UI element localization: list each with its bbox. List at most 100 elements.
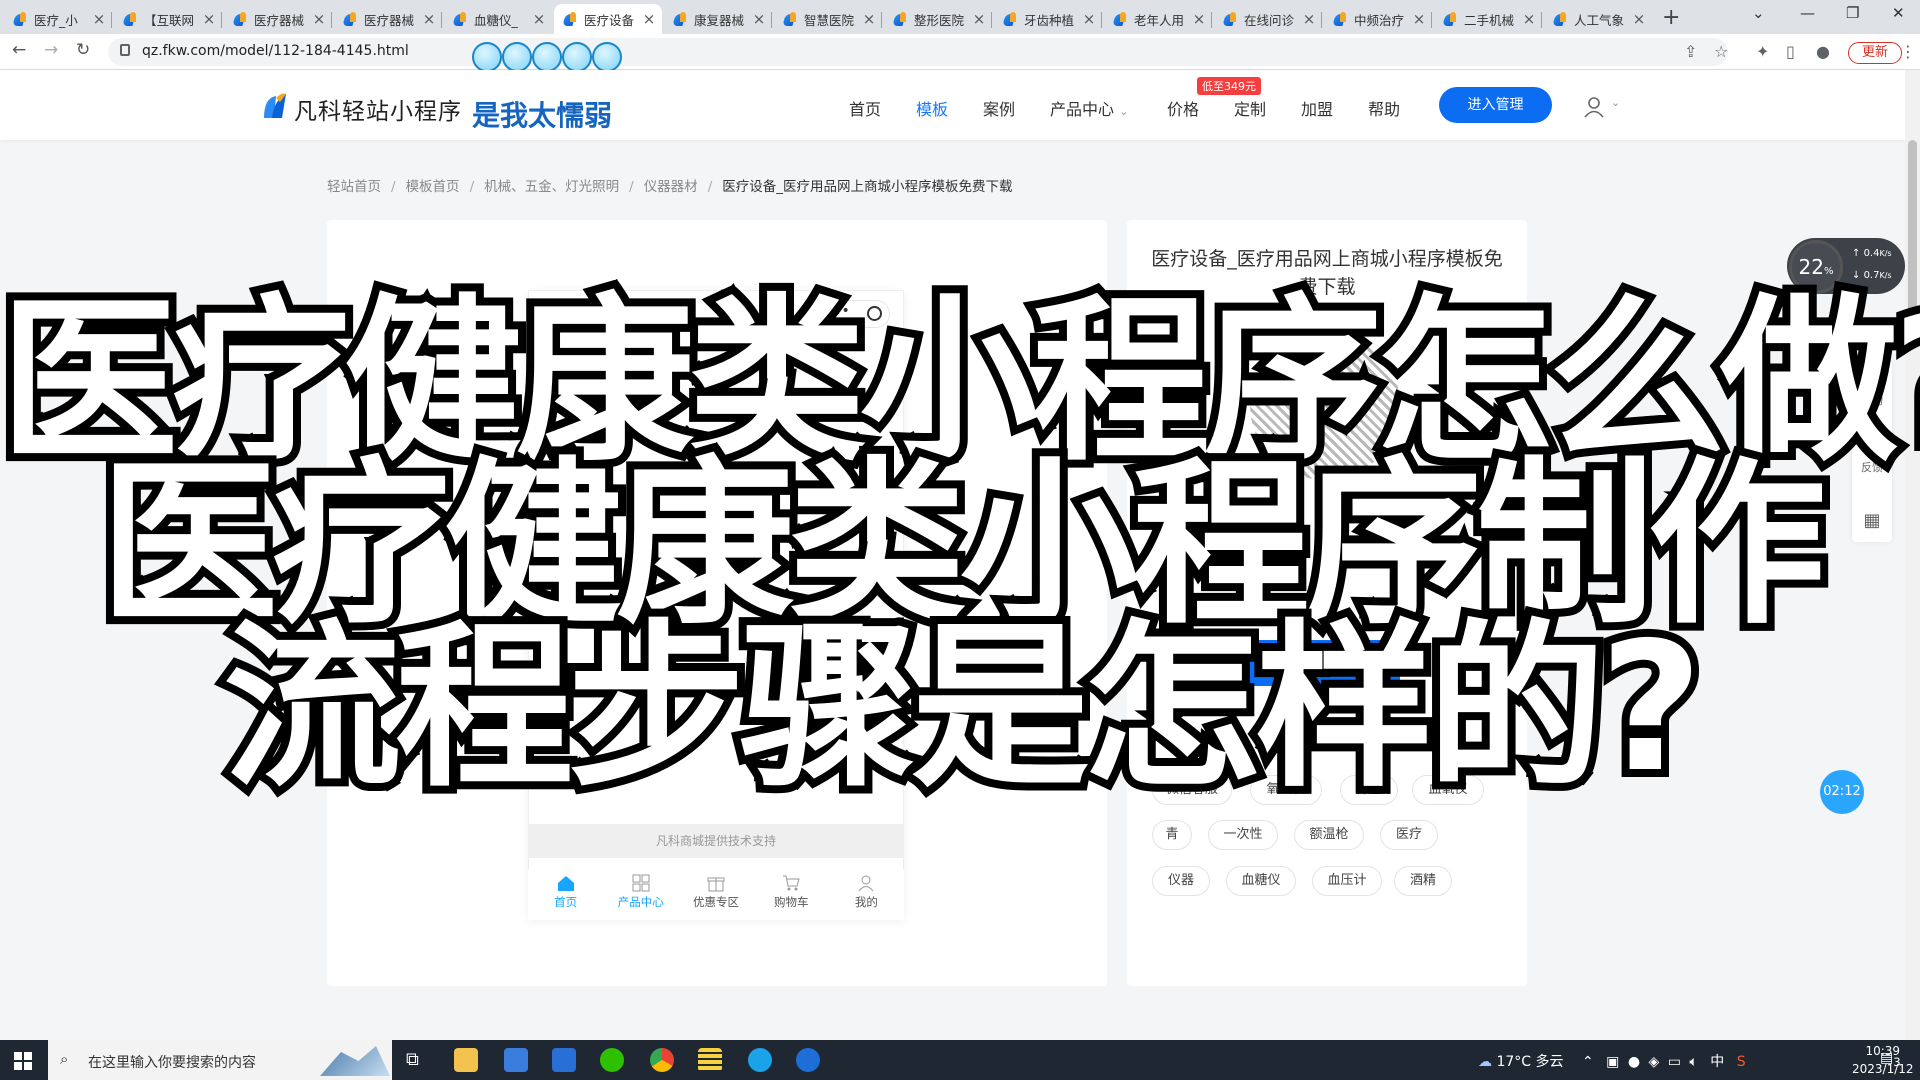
restore-icon[interactable]: ❐ xyxy=(1846,4,1859,22)
close-icon[interactable]: × xyxy=(422,10,436,28)
search-app-icon[interactable] xyxy=(748,1048,772,1072)
preview-tab-deals[interactable]: 优惠专区 xyxy=(678,870,753,920)
logo-text[interactable]: 凡科轻站小程序 xyxy=(294,92,462,126)
nav-cases[interactable]: 案例 xyxy=(983,96,1015,120)
close-icon[interactable]: × xyxy=(1192,10,1206,28)
close-icon[interactable]: × xyxy=(862,10,876,28)
browser-tab[interactable]: 智慧医院 × xyxy=(774,4,882,34)
preview-tab-cart[interactable]: 购物车 xyxy=(754,870,829,920)
nav-home[interactable]: 首页 xyxy=(849,96,881,120)
close-icon[interactable]: × xyxy=(202,10,216,28)
sogou-icon[interactable]: S xyxy=(1737,1054,1746,1070)
task-view-icon[interactable]: ⧉ xyxy=(406,1049,419,1070)
browser-tab[interactable]: 整形医院 × xyxy=(884,4,992,34)
tag[interactable]: 额温枪 xyxy=(1294,820,1364,850)
extensions-icon[interactable]: ✦ xyxy=(1756,42,1769,61)
share-icon[interactable]: ⇪ xyxy=(1684,42,1697,61)
windows-start-icon[interactable] xyxy=(14,1052,32,1070)
forward-icon[interactable]: → xyxy=(44,40,58,60)
store-icon[interactable] xyxy=(504,1048,528,1072)
tab-search-icon[interactable]: ⌄ xyxy=(1752,4,1765,22)
notes-icon[interactable] xyxy=(698,1048,722,1072)
close-icon[interactable]: × xyxy=(642,10,656,28)
browser-tab[interactable]: 牙齿种植 × xyxy=(994,4,1102,34)
preview-tab-products[interactable]: 产品中心 xyxy=(603,870,678,920)
breadcrumb-item[interactable]: 轻站首页 xyxy=(327,179,381,195)
reload-icon[interactable]: ↻ xyxy=(76,40,90,60)
tag[interactable]: 酒精 xyxy=(1394,866,1452,896)
tray-app-icon[interactable]: ▣ xyxy=(1606,1054,1619,1070)
shield-icon[interactable]: ◈ xyxy=(1649,1054,1660,1070)
browser-tab[interactable]: 血糖仪_ × xyxy=(444,4,552,34)
site-favicon-icon xyxy=(1004,12,1018,26)
browser-tab-active[interactable]: 医疗设备 × xyxy=(554,4,662,34)
breadcrumb-item[interactable]: 模板首页 xyxy=(406,179,460,195)
update-button[interactable]: 更新 xyxy=(1848,42,1902,64)
network-icon[interactable]: ▭ xyxy=(1668,1054,1681,1070)
breadcrumb-item[interactable]: 机械、五金、灯光照明 xyxy=(484,179,619,195)
minimize-icon[interactable]: — xyxy=(1800,4,1815,22)
bookmark-star-icon[interactable]: ☆ xyxy=(1714,42,1728,61)
browser-tab[interactable]: 医疗器械 × xyxy=(224,4,332,34)
lock-icon[interactable] xyxy=(120,44,130,56)
tag[interactable]: 青 xyxy=(1152,820,1192,850)
browser-tab[interactable]: 二手机械 × xyxy=(1434,4,1542,34)
tag[interactable]: 血压计 xyxy=(1312,866,1382,896)
k-app-icon[interactable] xyxy=(796,1048,820,1072)
enter-management-button[interactable]: 进入管理 xyxy=(1439,87,1552,123)
notification-center[interactable]: ▤3 xyxy=(1880,1050,1901,1069)
mail-icon[interactable] xyxy=(552,1048,576,1072)
fkw-logo-icon[interactable] xyxy=(262,92,288,120)
close-icon[interactable]: × xyxy=(532,10,546,28)
taskbar-search-input[interactable]: 在这里输入你要搜索的内容 xyxy=(88,1052,256,1072)
weather-text[interactable]: 17°C 多云 xyxy=(1496,1054,1563,1070)
browser-tab[interactable]: 人工气象 × xyxy=(1544,4,1652,34)
menu-dots-icon[interactable]: ⋮ xyxy=(1900,42,1916,61)
nav-help[interactable]: 帮助 xyxy=(1368,96,1400,120)
wechat-icon[interactable] xyxy=(600,1048,624,1072)
close-icon[interactable]: × xyxy=(1522,10,1536,28)
file-explorer-icon[interactable] xyxy=(454,1048,478,1072)
close-window-icon[interactable]: ✕ xyxy=(1892,4,1905,22)
chevron-up-icon[interactable]: ⌃ xyxy=(1582,1054,1594,1070)
back-icon[interactable]: ← xyxy=(12,40,26,60)
close-icon[interactable]: × xyxy=(1082,10,1096,28)
wechat-tray-icon[interactable]: ● xyxy=(1628,1054,1640,1070)
browser-tab[interactable]: 【互联网 × xyxy=(114,4,222,34)
nav-custom[interactable]: 定制 xyxy=(1234,96,1266,120)
tag[interactable]: 仪器 xyxy=(1152,866,1210,896)
user-icon[interactable] xyxy=(1583,96,1605,118)
nav-templates[interactable]: 模板 xyxy=(916,96,948,120)
preview-tab-home[interactable]: 首页 xyxy=(528,870,603,920)
url-text[interactable]: qz.fkw.com/model/112-184-4145.html xyxy=(142,43,409,59)
close-icon[interactable]: × xyxy=(312,10,326,28)
browser-tab[interactable]: 医疗_小 × xyxy=(4,4,112,34)
bubble-decoration-icon xyxy=(562,42,592,72)
ime-indicator[interactable]: 中 xyxy=(1710,1054,1724,1070)
volume-icon[interactable]: 🔈︎ xyxy=(1689,1054,1697,1070)
close-icon[interactable]: × xyxy=(1302,10,1316,28)
breadcrumb-item[interactable]: 仪器器材 xyxy=(644,179,698,195)
tag[interactable]: 医疗 xyxy=(1380,820,1438,850)
new-tab-button[interactable]: + xyxy=(1662,5,1680,30)
chrome-icon[interactable] xyxy=(650,1048,674,1072)
close-icon[interactable]: × xyxy=(92,10,106,28)
nav-join[interactable]: 加盟 xyxy=(1301,96,1333,120)
browser-tab[interactable]: 医疗器械 × xyxy=(334,4,442,34)
nav-product-center[interactable]: 产品中心 ⌄ xyxy=(1050,96,1128,120)
close-icon[interactable]: × xyxy=(1632,10,1646,28)
close-icon[interactable]: × xyxy=(1412,10,1426,28)
browser-tab[interactable]: 老年人用 × xyxy=(1104,4,1212,34)
preview-tab-me[interactable]: 我的 xyxy=(829,870,904,920)
nav-pricing[interactable]: 价格 xyxy=(1167,96,1199,120)
sidebar-icon[interactable]: ▯ xyxy=(1786,42,1795,61)
close-icon[interactable]: × xyxy=(972,10,986,28)
close-icon[interactable]: × xyxy=(752,10,766,28)
tag[interactable]: 血糖仪 xyxy=(1226,866,1296,896)
tag[interactable]: 一次性 xyxy=(1208,820,1278,850)
browser-tab[interactable]: 中频治疗 × xyxy=(1324,4,1432,34)
browser-tab[interactable]: 康复器械 × xyxy=(664,4,772,34)
chevron-down-icon[interactable]: ⌄ xyxy=(1611,96,1620,109)
browser-tab[interactable]: 在线问诊 × xyxy=(1214,4,1322,34)
profile-icon[interactable]: ● xyxy=(1816,42,1830,61)
